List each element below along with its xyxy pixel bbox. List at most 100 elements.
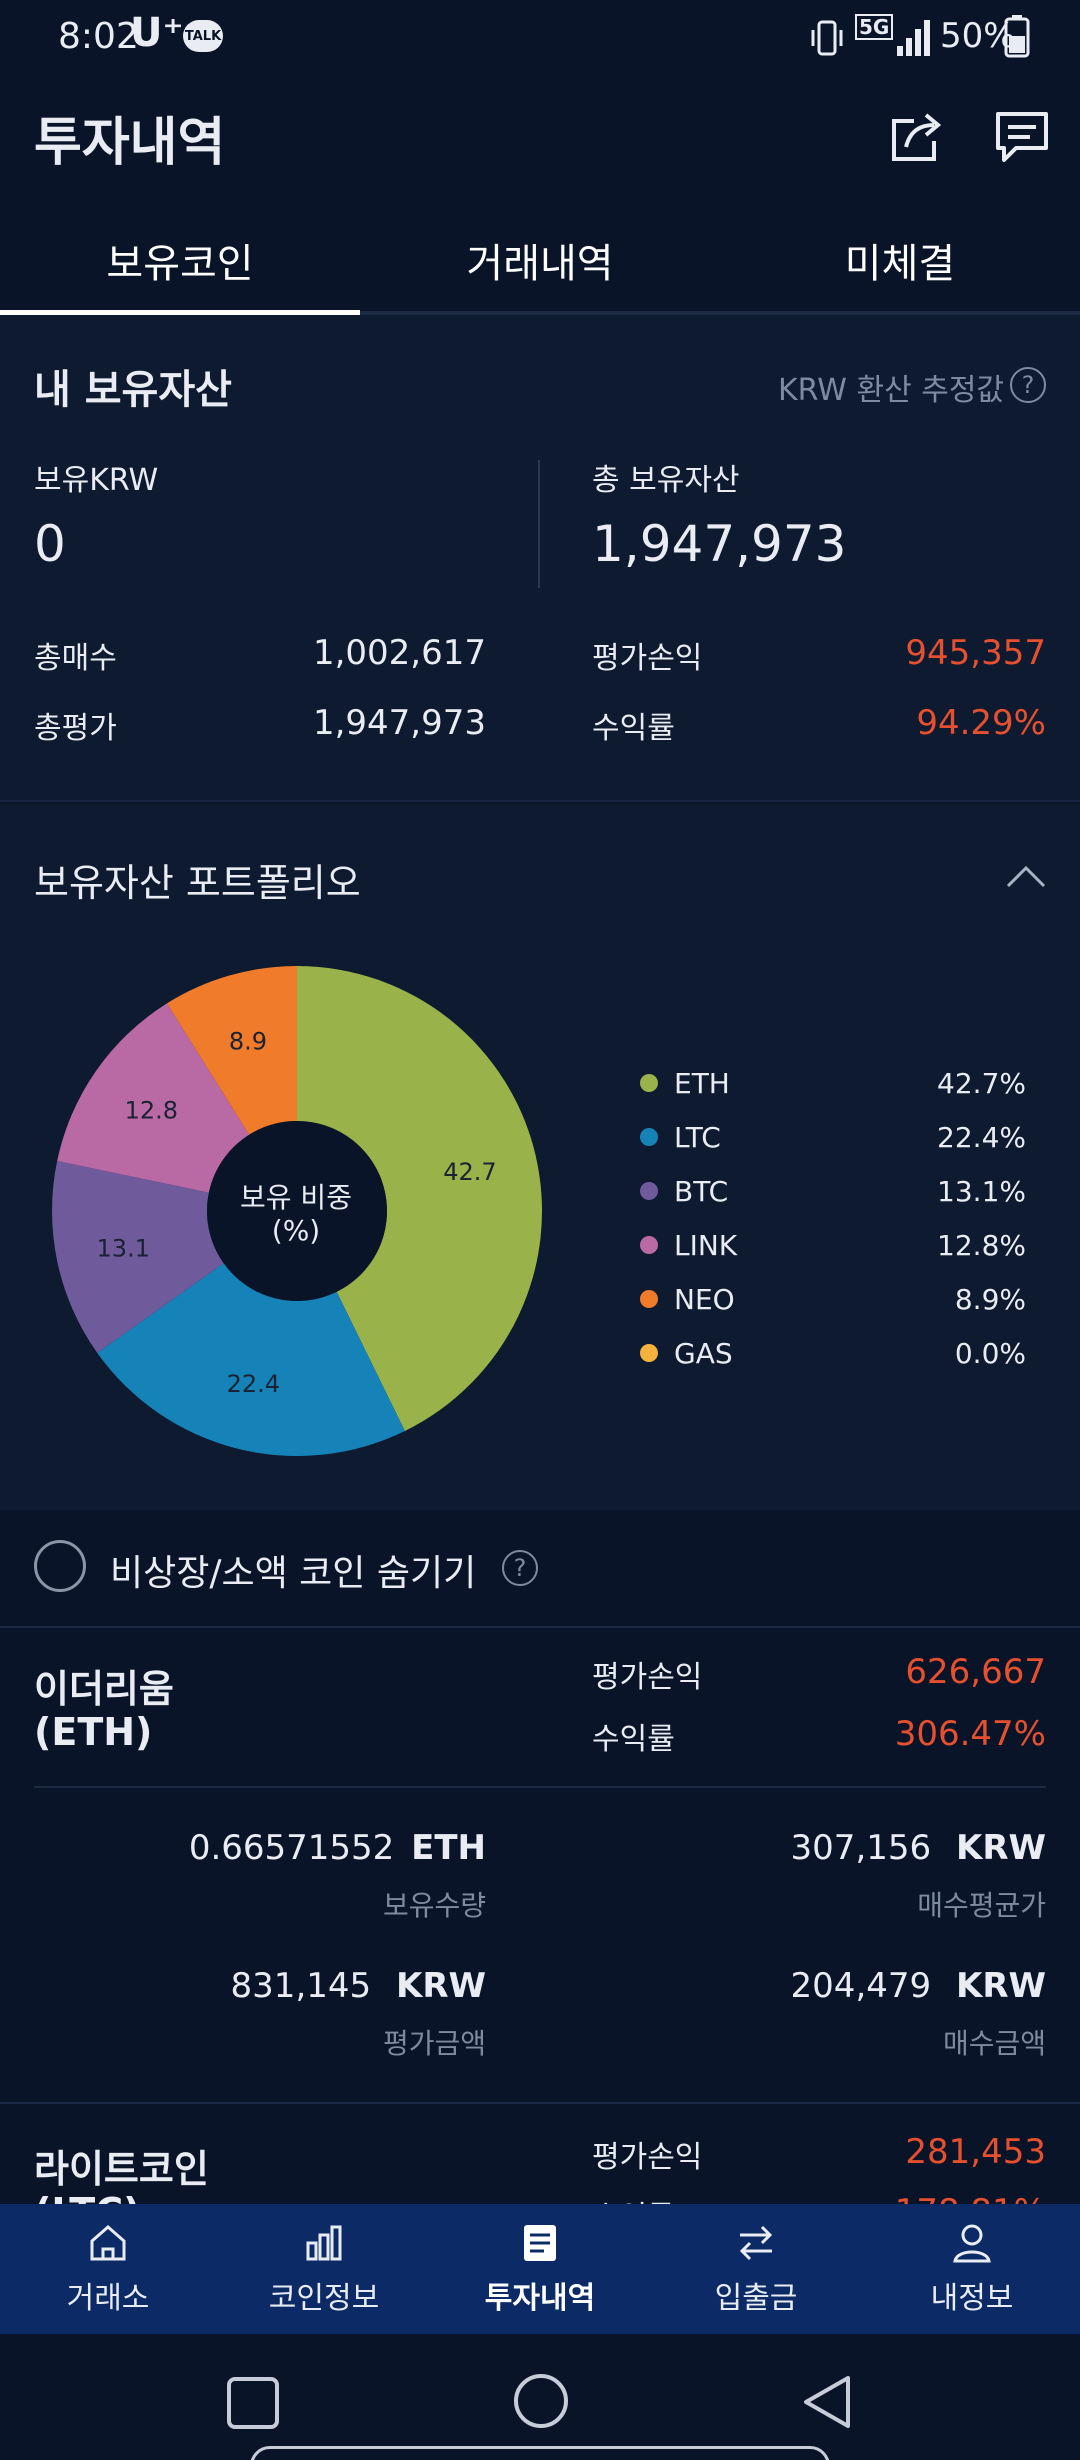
network-5g-icon: 5G: [855, 14, 894, 40]
legend-item-ltc: LTC 22.4%: [640, 1110, 1030, 1164]
user-icon: [953, 2224, 991, 2263]
coin-rate-label: 수익률: [592, 1722, 675, 1757]
slice-label-eth: 42.7: [443, 1158, 496, 1186]
coin-card-eth[interactable]: 이더리움 (ETH) 평가손익 626,667 수익률 306.47% 0.66…: [0, 1628, 1080, 2104]
legend-percent: 22.4%: [937, 1120, 1026, 1154]
recent-apps-icon[interactable]: [226, 2376, 280, 2430]
gesture-handle: [250, 2446, 830, 2460]
legend-percent: 0.0%: [954, 1336, 1026, 1370]
legend-name: NEO: [674, 1282, 735, 1316]
transfer-icon: [739, 2225, 773, 2261]
coin-eval-amount-label: 평가금액: [382, 2027, 486, 2060]
page-title: 투자내역: [34, 113, 226, 173]
hide-coins-label: 비상장/소액 코인 숨기기: [110, 1553, 477, 1594]
return-rate-label: 수익률: [592, 711, 675, 746]
slice-label-neo: 8.9: [229, 1027, 267, 1055]
system-navigation-bar: [0, 2334, 1080, 2460]
chat-icon[interactable]: [994, 110, 1050, 166]
profit-loss-value: 945,357: [905, 633, 1046, 673]
coin-pl-value: 281,453: [905, 2132, 1046, 2172]
legend-percent: 8.9%: [954, 1282, 1026, 1316]
legend-percent: 12.8%: [937, 1228, 1026, 1262]
hide-help-icon[interactable]: ?: [502, 1550, 538, 1586]
tab-pending-orders[interactable]: 미체결: [720, 205, 1080, 315]
back-icon[interactable]: [800, 2374, 854, 2430]
nav-my-info[interactable]: 내정보: [864, 2204, 1080, 2334]
slice-label-link: 12.8: [125, 1097, 178, 1125]
nav-coin-info[interactable]: 코인정보: [216, 2204, 432, 2334]
nav-exchange[interactable]: 거래소: [0, 2204, 216, 2334]
tab-bar: 보유코인 거래내역 미체결: [0, 205, 1080, 315]
home-button-icon[interactable]: [512, 2372, 570, 2430]
coin-pl-label: 평가손익: [592, 1660, 703, 1695]
coin-buy-amount: 204,479 KRW: [790, 1966, 1046, 2006]
coin-avg-price: 307,156 KRW: [790, 1828, 1046, 1868]
document-icon: [524, 2225, 556, 2261]
hide-coins-checkbox[interactable]: [34, 1540, 86, 1592]
chart-center-unit: (%): [271, 1214, 321, 1247]
legend-name: GAS: [674, 1336, 733, 1370]
share-icon[interactable]: [886, 107, 946, 167]
coin-rate-label: 수익률: [592, 2192, 675, 2204]
krw-label: 보유KRW: [34, 463, 159, 498]
coin-symbol: (ETH): [34, 1710, 153, 1754]
legend-percent: 42.7%: [937, 1066, 1026, 1100]
bottom-navigation: 거래소 코인정보 투자내역 입출금 내정보: [0, 2204, 1080, 2334]
coin-avg-price-label: 매수평균가: [917, 1889, 1046, 1922]
slice-label-btc: 13.1: [97, 1234, 150, 1262]
legend-item-neo: NEO 8.9%: [640, 1272, 1030, 1326]
legend-dot: [640, 1074, 658, 1092]
legend-dot: [640, 1128, 658, 1146]
status-time: 8:02: [58, 16, 139, 57]
coin-qty: 0.66571552 ETH: [188, 1828, 486, 1868]
legend-dot: [640, 1236, 658, 1254]
chart-legend: ETH 42.7% LTC 22.4% BTC 13.1% LINK 12.8% NEO 8.9%…: [640, 1056, 1030, 1380]
legend-name: LTC: [674, 1120, 721, 1154]
assets-divider: [538, 460, 540, 588]
battery-icon: [1004, 15, 1030, 58]
tab-trade-history[interactable]: 거래내역: [360, 205, 720, 315]
legend-name: BTC: [674, 1174, 729, 1208]
slice-label-ltc: 22.4: [227, 1370, 280, 1398]
signal-icon: [897, 20, 930, 56]
chevron-up-icon[interactable]: [1006, 864, 1046, 888]
legend-name: LINK: [674, 1228, 738, 1262]
hide-coins-row: 비상장/소액 코인 숨기기 ?: [0, 1510, 1080, 1628]
profit-loss-label: 평가손익: [592, 641, 703, 676]
legend-item-eth: ETH 42.7%: [640, 1056, 1030, 1110]
coin-name: 라이트코인: [34, 2147, 209, 2191]
legend-name: ETH: [674, 1066, 730, 1100]
total-assets-value: 1,947,973: [592, 515, 847, 573]
total-assets-label: 총 보유자산: [592, 463, 740, 498]
tab-holdings[interactable]: 보유코인: [0, 205, 360, 315]
coin-symbol: (LTC): [34, 2190, 140, 2204]
legend-dot: [640, 1344, 658, 1362]
nav-investment-history[interactable]: 투자내역: [432, 2204, 648, 2334]
total-buy-value: 1,002,617: [312, 633, 486, 673]
my-assets-title: 내 보유자산: [34, 367, 232, 413]
app-bar: 투자내역: [0, 80, 1080, 205]
carrier-label: U⁺: [130, 10, 184, 56]
status-bar: 8:02 U⁺ TALK 5G 50%: [0, 0, 1080, 80]
coin-rate-value: 178.81%: [895, 2192, 1046, 2204]
help-icon[interactable]: ?: [1010, 367, 1046, 403]
coin-rate-value: 306.47%: [894, 1714, 1046, 1754]
coin-name: 이더리움: [34, 1667, 174, 1711]
legend-item-gas: GAS 0.0%: [640, 1326, 1030, 1380]
portfolio-title: 보유자산 포트폴리오: [34, 861, 361, 905]
coin-pl-value: 626,667: [905, 1652, 1046, 1692]
legend-dot: [640, 1182, 658, 1200]
talk-badge-icon: TALK: [183, 20, 223, 52]
coin-card-ltc[interactable]: 라이트코인 (LTC) 평가손익 281,453 수익률 178.81%: [0, 2106, 1080, 2204]
coin-card-divider: [34, 1786, 1046, 1788]
my-assets-section: 내 보유자산 KRW 환산 추정값 ? 보유KRW 0 총 보유자산 1,947…: [0, 315, 1080, 802]
coin-buy-amount-label: 매수금액: [942, 2027, 1046, 2060]
bar-chart-icon: [306, 2225, 342, 2261]
legend-dot: [640, 1290, 658, 1308]
chart-center-label: 보유 비중: [240, 1181, 352, 1214]
home-icon: [90, 2225, 126, 2261]
coin-eval-amount: 831,145 KRW: [230, 1966, 486, 2006]
total-eval-label: 총평가: [34, 711, 117, 746]
vibrate-icon: [811, 20, 843, 56]
nav-deposit-withdraw[interactable]: 입출금: [648, 2204, 864, 2334]
